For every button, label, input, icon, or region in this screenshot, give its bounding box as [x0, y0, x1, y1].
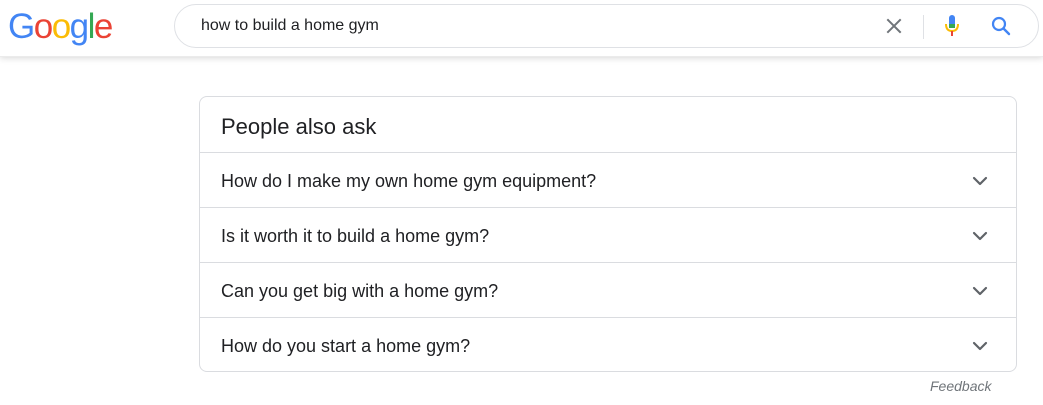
- logo-letter: o: [51, 7, 71, 46]
- google-logo[interactable]: Google: [8, 7, 113, 47]
- search-box: [174, 4, 1039, 48]
- chevron-down-icon: [972, 341, 988, 351]
- logo-letter: G: [8, 7, 35, 46]
- search-input[interactable]: [201, 5, 861, 47]
- question-text: How do you start a home gym?: [221, 336, 471, 356]
- search-header: Google: [0, 0, 1043, 57]
- question-row[interactable]: Is it worth it to build a home gym?: [200, 207, 1016, 262]
- people-also-ask-panel: People also ask How do I make my own hom…: [199, 96, 1017, 372]
- search-button[interactable]: [987, 13, 1015, 39]
- feedback-link[interactable]: Feedback: [930, 378, 991, 394]
- expand-toggle[interactable]: [968, 335, 992, 357]
- question-text: Is it worth it to build a home gym?: [221, 226, 490, 246]
- logo-letter: g: [69, 7, 89, 46]
- search-icon: [991, 16, 1011, 36]
- clear-button[interactable]: [881, 13, 907, 39]
- question-row[interactable]: How do you start a home gym?: [200, 317, 1016, 372]
- question-row[interactable]: Can you get big with a home gym?: [200, 262, 1016, 317]
- expand-toggle[interactable]: [968, 170, 992, 192]
- question-row[interactable]: How do I make my own home gym equipment?: [200, 152, 1016, 207]
- panel-title: People also ask: [221, 114, 377, 139]
- voice-search-button[interactable]: [939, 13, 965, 39]
- close-icon: [886, 18, 902, 34]
- chevron-down-icon: [972, 176, 988, 186]
- logo-letter: e: [93, 7, 113, 46]
- chevron-down-icon: [972, 231, 988, 241]
- logo-letter: o: [33, 7, 53, 46]
- expand-toggle[interactable]: [968, 225, 992, 247]
- expand-toggle[interactable]: [968, 280, 992, 302]
- microphone-icon: [945, 15, 959, 36]
- question-text: How do I make my own home gym equipment?: [221, 171, 597, 191]
- chevron-down-icon: [972, 286, 988, 296]
- question-text: Can you get big with a home gym?: [221, 281, 499, 301]
- search-box-divider: [923, 15, 924, 39]
